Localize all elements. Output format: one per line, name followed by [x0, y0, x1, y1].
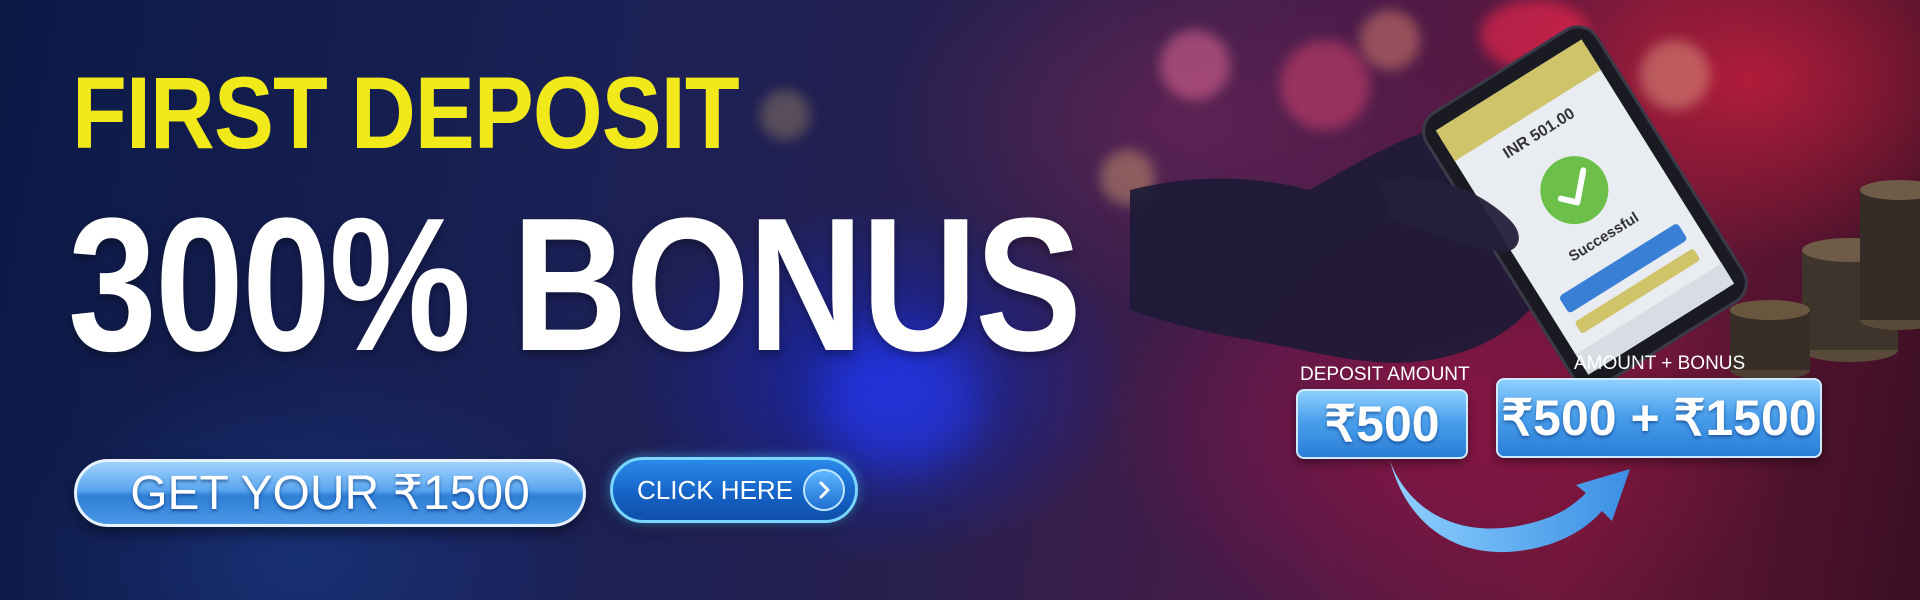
total-amount-value: ₹500 + ₹1500 — [1501, 390, 1817, 446]
bokeh-light — [760, 90, 810, 140]
deposit-amount-label: DEPOSIT AMOUNT — [1300, 364, 1470, 385]
amount-plus-bonus-label: AMOUNT + BONUS — [1574, 353, 1746, 374]
promo-banner: INR 501.00 Successful FIRST DEPOSIT 300%… — [0, 0, 1920, 600]
headline-first-deposit: FIRST DEPOSIT — [72, 56, 740, 170]
chevron-right-icon — [803, 469, 845, 511]
coin-stacks — [1730, 180, 1920, 380]
click-here-button[interactable]: CLICK HERE — [610, 457, 858, 523]
get-bonus-label: GET YOUR ₹1500 — [130, 467, 530, 520]
deposit-amount-value: ₹500 — [1324, 396, 1440, 452]
get-bonus-button[interactable]: GET YOUR ₹1500 — [74, 459, 586, 527]
total-amount-box: ₹500 + ₹1500 — [1496, 378, 1822, 458]
click-here-label: CLICK HERE — [637, 474, 794, 505]
headline-bonus-percent: 300% BONUS — [68, 179, 1082, 391]
phone-illustration: INR 501.00 Successful — [1130, 25, 1920, 389]
curved-arrow-icon — [1390, 461, 1630, 553]
deposit-amount-box: ₹500 — [1296, 389, 1468, 459]
